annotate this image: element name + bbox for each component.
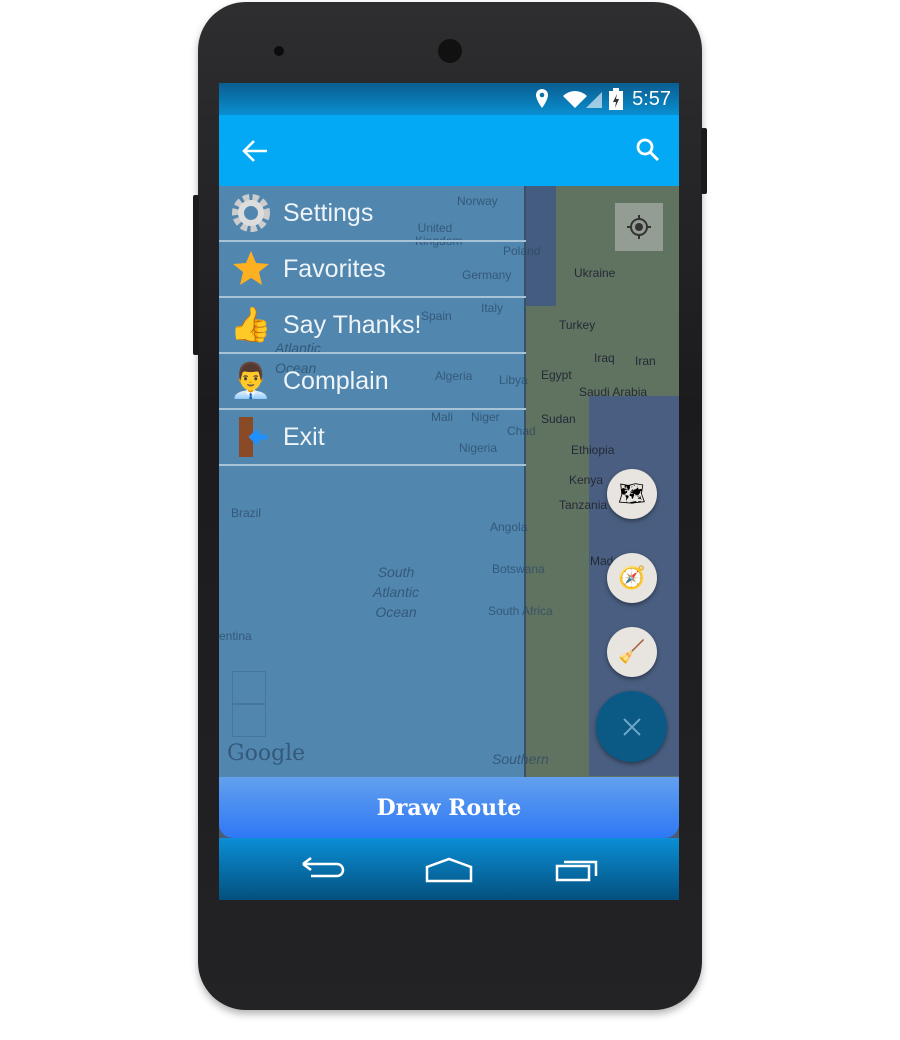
drawer-item-label: Exit bbox=[283, 422, 325, 451]
google-logo: Google bbox=[227, 741, 306, 766]
drawer-scrim[interactable] bbox=[526, 186, 679, 777]
signal-icon bbox=[586, 92, 602, 108]
drawer-item-label: Complain bbox=[283, 366, 389, 395]
front-camera bbox=[274, 46, 284, 56]
drawer-item-label: Favorites bbox=[283, 254, 386, 283]
recents-nav-icon[interactable] bbox=[554, 856, 602, 884]
drawer-item-exit[interactable]: Exit bbox=[219, 410, 526, 466]
battery-charging-icon bbox=[609, 88, 623, 110]
map-label: South Atlantic Ocean bbox=[373, 564, 419, 620]
power-button bbox=[701, 128, 707, 194]
volume-button bbox=[193, 195, 199, 355]
drawer-item-settings[interactable]: Settings bbox=[219, 186, 526, 242]
navigation-drawer: Norway United Kingdom Poland Germany Ita… bbox=[219, 186, 553, 777]
crosshair-icon bbox=[627, 215, 651, 239]
location-pin-icon bbox=[536, 89, 548, 108]
star-icon bbox=[219, 249, 283, 289]
drawer-item-say-thanks[interactable]: 👍 Say Thanks! bbox=[219, 298, 526, 354]
broom-icon: 🧹 bbox=[618, 639, 646, 664]
support-agent-icon: 👨‍💼 bbox=[229, 362, 273, 400]
map-label: Southern bbox=[492, 751, 549, 767]
drawer-item-complain[interactable]: 👨‍💼 Complain bbox=[219, 354, 526, 410]
layers-icon: 🗺 bbox=[618, 481, 646, 506]
earpiece-speaker bbox=[438, 39, 462, 63]
map-label: Brazil bbox=[231, 506, 262, 520]
phone-screen: 5:57 Ukraine Turkey Iraq Iran Egypt Saud… bbox=[219, 83, 679, 900]
close-fab-button[interactable] bbox=[596, 691, 667, 762]
drawer-item-favorites[interactable]: Favorites bbox=[219, 242, 526, 298]
search-icon[interactable] bbox=[635, 137, 661, 163]
thumbs-up-icon: 👍 bbox=[229, 306, 273, 344]
map-label: South Africa bbox=[488, 604, 553, 618]
zoom-in-button[interactable] bbox=[232, 671, 266, 704]
map-label: Angola bbox=[490, 520, 528, 534]
app-bar bbox=[219, 115, 679, 186]
close-icon bbox=[622, 717, 641, 736]
status-bar: 5:57 bbox=[219, 83, 679, 115]
clear-button[interactable]: 🧹 bbox=[607, 627, 657, 677]
map-label: entina bbox=[219, 629, 252, 643]
home-nav-icon[interactable] bbox=[424, 856, 474, 884]
layers-button[interactable]: 🗺 bbox=[607, 469, 657, 519]
navigation-bar bbox=[219, 838, 679, 900]
compass-button[interactable]: 🧭 bbox=[607, 553, 657, 603]
compass-icon: 🧭 bbox=[618, 565, 646, 590]
my-location-button[interactable] bbox=[615, 203, 663, 251]
draw-route-button[interactable]: Draw Route bbox=[219, 777, 679, 838]
map-label: Botswana bbox=[492, 562, 545, 576]
arrow-left-icon[interactable] bbox=[241, 138, 269, 164]
back-nav-icon[interactable] bbox=[299, 856, 345, 884]
zoom-out-button[interactable] bbox=[232, 704, 266, 737]
drawer-item-label: Say Thanks! bbox=[283, 310, 422, 339]
gear-icon bbox=[219, 193, 283, 233]
drawer-item-label: Settings bbox=[283, 198, 374, 227]
exit-door-icon bbox=[219, 415, 283, 459]
clock: 5:57 bbox=[632, 88, 671, 110]
